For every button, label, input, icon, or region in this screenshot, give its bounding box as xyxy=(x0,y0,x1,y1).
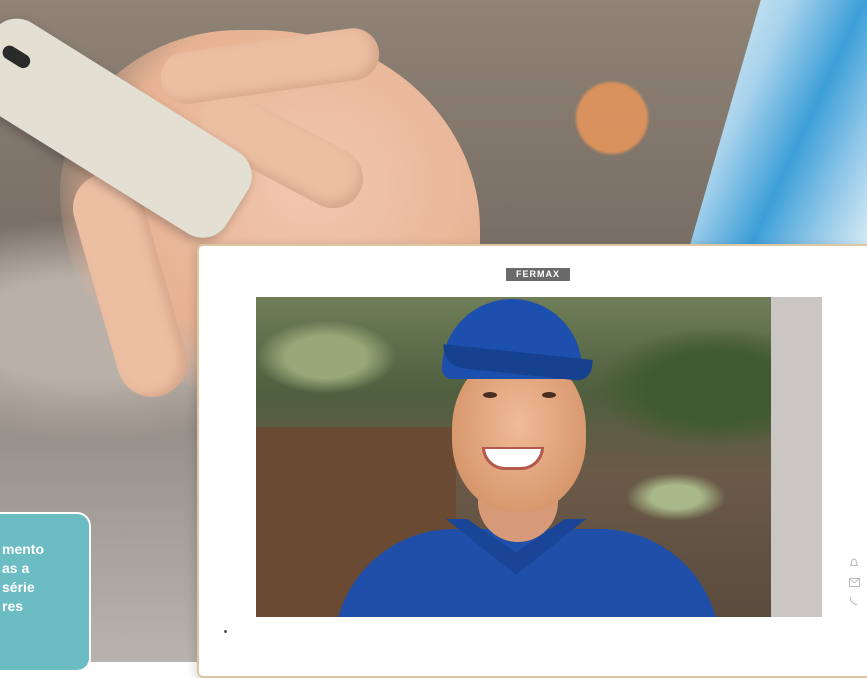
screen-post xyxy=(771,297,822,617)
background-shirt xyxy=(690,0,867,245)
video-intercom-monitor: FERMAX xyxy=(197,244,867,678)
envelope-icon[interactable] xyxy=(847,575,861,594)
promo-line-3: série xyxy=(2,579,35,595)
promo-line-2: as a xyxy=(2,560,30,576)
promo-line-1: mento xyxy=(2,541,44,557)
promo-callout[interactable]: mento as a série res xyxy=(0,512,91,672)
phone-camera-icon xyxy=(0,42,33,71)
visitor-right-eye xyxy=(542,392,556,398)
monitor-side-controls xyxy=(847,556,861,613)
status-led xyxy=(224,630,227,633)
video-screen xyxy=(256,297,822,617)
bell-icon[interactable] xyxy=(847,556,861,575)
brand-logo: FERMAX xyxy=(506,268,570,281)
visitor-left-eye xyxy=(483,392,497,398)
phone-icon[interactable] xyxy=(847,594,861,613)
promo-line-4: res xyxy=(2,598,24,614)
